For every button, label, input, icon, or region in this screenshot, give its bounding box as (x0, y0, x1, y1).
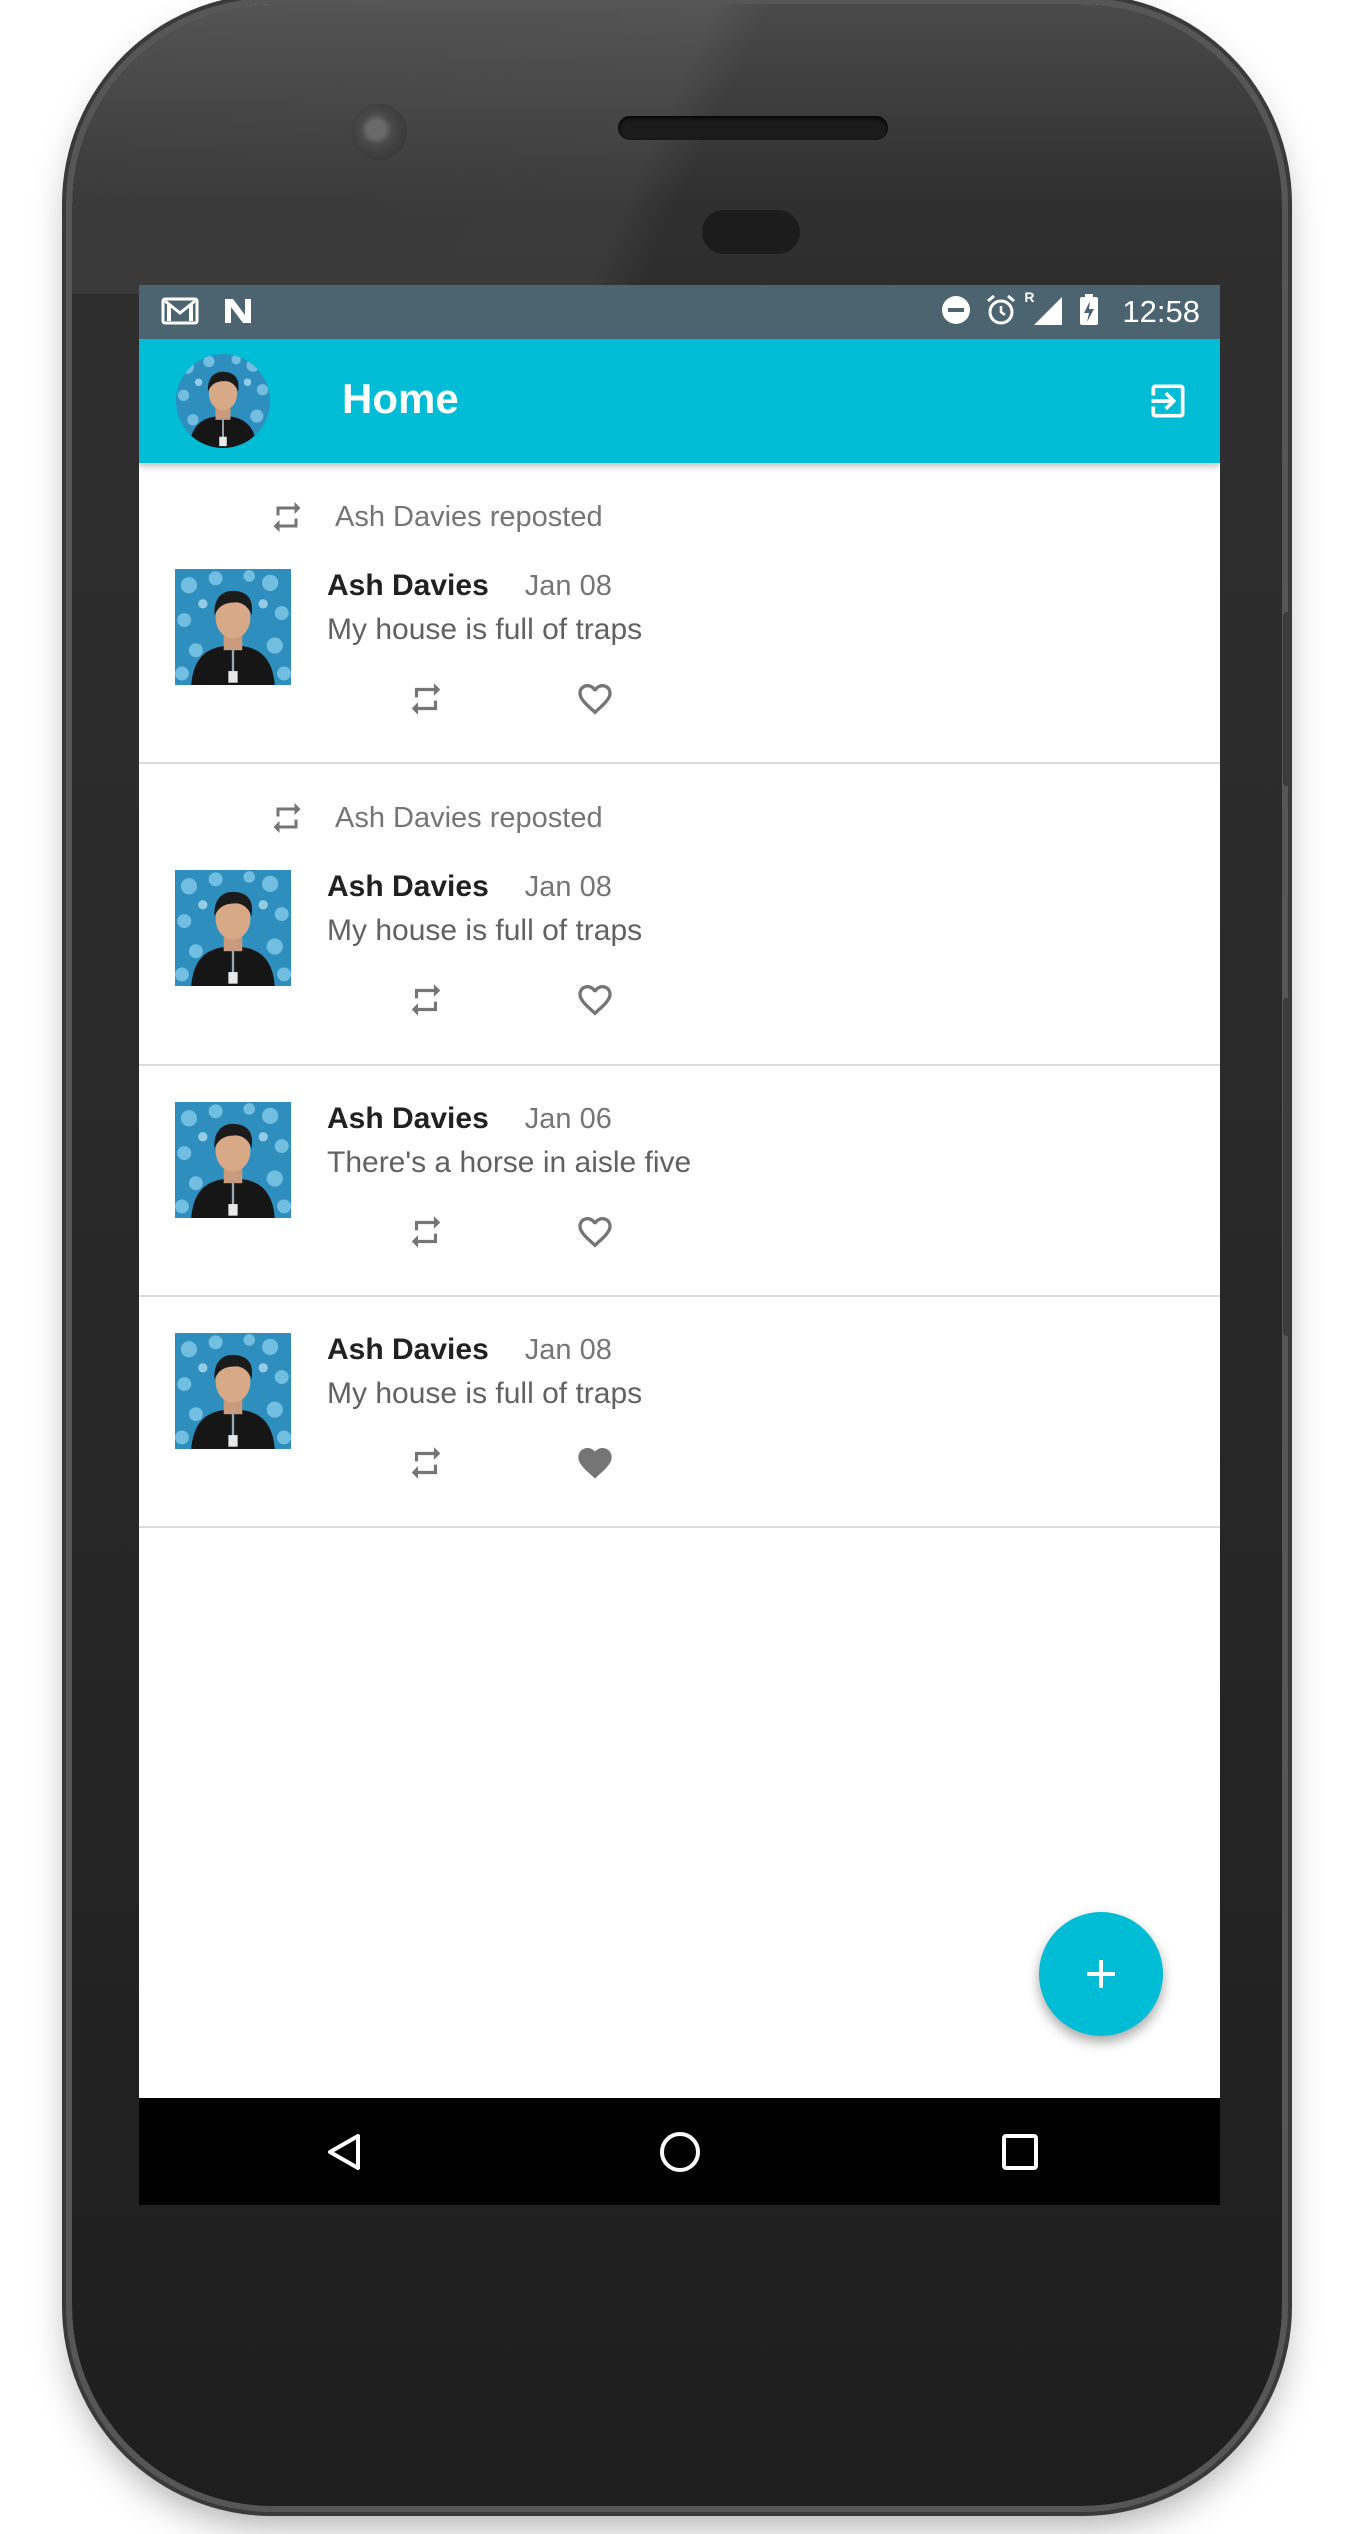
post-date: Jan 08 (524, 570, 612, 602)
repost-button[interactable] (404, 978, 448, 1022)
post-item[interactable]: Ash Davies reposted Ash Davies Jan 08 My… (139, 764, 1220, 1066)
like-button[interactable] (573, 1210, 617, 1254)
post-date: Jan 08 (524, 871, 612, 903)
heart-outline-icon (575, 679, 615, 719)
earpiece-speaker (618, 116, 888, 140)
post-text: There's a horse in aisle five (327, 1146, 692, 1179)
volume-button (1283, 998, 1292, 1336)
home-button[interactable] (653, 2125, 707, 2179)
roaming-indicator: R (1024, 288, 1035, 305)
post-avatar[interactable] (175, 569, 291, 685)
like-button[interactable] (573, 1441, 617, 1485)
app-bar: Home (139, 339, 1220, 463)
post-text: My house is full of traps (327, 914, 643, 947)
repost-button[interactable] (404, 1210, 448, 1254)
post-date: Jan 06 (524, 1103, 612, 1135)
post-text: My house is full of traps (327, 613, 643, 646)
gmail-icon (161, 295, 199, 332)
repost-icon (269, 499, 305, 535)
post-item[interactable]: Ash Davies reposted Ash Davies Jan 08 My… (139, 463, 1220, 764)
page-title: Home (342, 375, 459, 422)
post-author[interactable]: Ash Davies (327, 870, 489, 904)
status-bar: R 12:58 (139, 285, 1220, 339)
repost-indicator: Ash Davies reposted (269, 497, 603, 537)
back-button[interactable] (317, 2125, 371, 2179)
home-icon (660, 2132, 700, 2172)
post-avatar[interactable] (175, 1333, 291, 1449)
post-avatar[interactable] (175, 870, 291, 986)
repost-icon (407, 680, 445, 718)
logout-button[interactable] (1146, 379, 1190, 423)
recents-button[interactable] (993, 2125, 1047, 2179)
timeline-feed: Ash Davies reposted Ash Davies Jan 08 My… (139, 463, 1220, 1528)
logout-icon (1151, 384, 1185, 418)
navigation-bar (139, 2098, 1220, 2205)
heart-filled-icon (575, 1443, 615, 1483)
heart-outline-icon (575, 1212, 615, 1252)
screen: R 12:58 Home Ash Davies reposted Ash Dav… (139, 285, 1220, 2205)
like-button[interactable] (573, 677, 617, 721)
back-icon (328, 2134, 360, 2170)
n-icon (221, 295, 255, 332)
post-item[interactable]: Ash Davies Jan 08 My house is full of tr… (139, 1297, 1220, 1528)
post-author[interactable]: Ash Davies (327, 1102, 489, 1136)
user-avatar[interactable] (176, 354, 270, 448)
repost-button[interactable] (404, 677, 448, 721)
post-avatar[interactable] (175, 1102, 291, 1218)
post-date: Jan 08 (524, 1334, 612, 1366)
post-author[interactable]: Ash Davies (327, 1333, 489, 1367)
repost-icon (407, 1213, 445, 1251)
repost-label: Ash Davies reposted (335, 500, 603, 533)
repost-label: Ash Davies reposted (335, 801, 603, 834)
alarm-icon (984, 293, 1018, 332)
device-frame: R 12:58 Home Ash Davies reposted Ash Dav… (0, 0, 1370, 2534)
compose-fab[interactable] (1039, 1912, 1163, 2036)
plus-icon (1087, 1960, 1115, 1988)
repost-button[interactable] (404, 1441, 448, 1485)
power-button (1283, 612, 1292, 786)
status-time: 12:58 (1122, 294, 1200, 329)
battery-charging-icon (1078, 293, 1100, 332)
proximity-sensor (702, 210, 800, 254)
repost-indicator: Ash Davies reposted (269, 798, 603, 838)
repost-icon (407, 981, 445, 1019)
post-text: My house is full of traps (327, 1377, 643, 1410)
front-camera (351, 104, 407, 160)
like-button[interactable] (573, 978, 617, 1022)
signal-icon: R (1024, 289, 1066, 332)
heart-outline-icon (575, 980, 615, 1020)
post-item[interactable]: Ash Davies Jan 06 There's a horse in ais… (139, 1066, 1220, 1297)
post-author[interactable]: Ash Davies (327, 569, 489, 603)
repost-icon (269, 800, 305, 836)
recents-icon (1002, 2134, 1038, 2170)
do-not-disturb-icon (940, 294, 972, 331)
repost-icon (407, 1444, 445, 1482)
phone-glare (72, 4, 1282, 294)
